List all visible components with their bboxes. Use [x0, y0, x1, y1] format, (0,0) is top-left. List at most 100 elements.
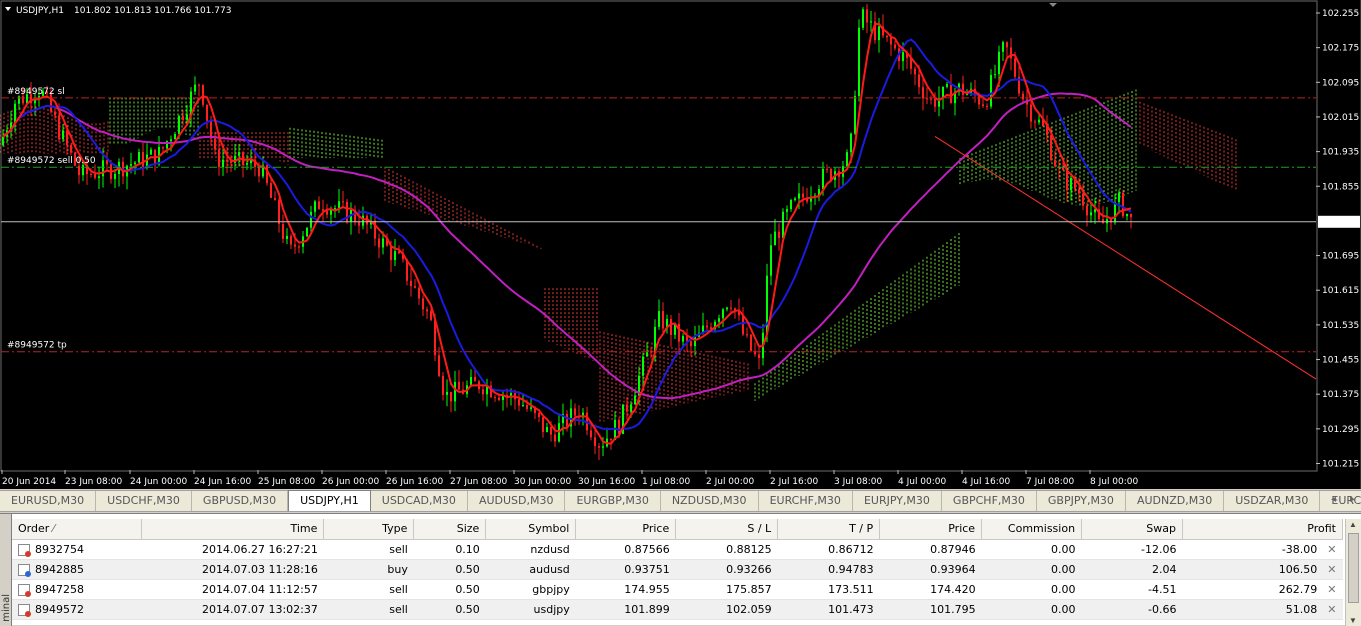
scroll-left-icon[interactable]: ◂	[1331, 494, 1336, 505]
cell-type: sell	[323, 539, 414, 560]
cell-profit: 262.79 ✕	[1182, 579, 1343, 600]
column-header-sl[interactable]: S / L	[675, 519, 779, 540]
price-tick-label: 102.095	[1322, 78, 1359, 88]
profit-value: 106.50	[1278, 562, 1318, 576]
candle-body	[426, 309, 428, 312]
candle-body	[742, 315, 744, 335]
profit-value: 51.08	[1285, 602, 1318, 616]
chart-tab[interactable]: AUDNZD,M30	[1126, 491, 1225, 511]
chart-tab[interactable]: GBPJPY,M30	[1037, 491, 1126, 511]
candle-body	[438, 355, 440, 376]
candle-body	[218, 149, 220, 168]
chart-tab[interactable]: AUDUSD,M30	[468, 491, 566, 511]
trade-table: Order ⁄ Time Type Size Symbol Price S / …	[12, 519, 1344, 620]
candle-body	[846, 152, 848, 167]
scrollbar-thumb[interactable]	[1348, 533, 1359, 603]
candle-body	[130, 164, 132, 166]
terminal-side-tab[interactable]: minal	[0, 514, 12, 626]
chart-tab[interactable]: GBPUSD,M30	[192, 491, 289, 511]
price-tick-label: 102.255	[1322, 9, 1359, 19]
trade-row[interactable]: 8949572 2014.07.07 13:02:37 sell 0.50 usdjpy…	[12, 599, 1343, 620]
candle-body	[1130, 213, 1132, 218]
scroll-down-icon[interactable]: ▼	[1349, 616, 1357, 625]
candle-body	[1086, 205, 1088, 216]
candle-body	[222, 159, 224, 168]
close-order-icon[interactable]: ✕	[1327, 583, 1336, 596]
chart-tab[interactable]: USDZAR,M30	[1224, 491, 1321, 511]
cell-open-price: 174.955	[575, 579, 676, 600]
chart-tab[interactable]: EURCHF,M30	[759, 491, 853, 511]
cell-swap: 2.04	[1081, 559, 1183, 580]
candle-body	[202, 85, 204, 105]
column-header-commission[interactable]: Commission	[981, 519, 1083, 540]
scroll-right-icon[interactable]: ▸	[1350, 494, 1355, 505]
candle-body	[58, 115, 60, 140]
column-header-time[interactable]: Time	[141, 519, 325, 540]
candle-body	[950, 84, 952, 104]
candle-body	[826, 168, 828, 170]
column-header-order[interactable]: Order ⁄	[12, 519, 143, 540]
candle-body	[662, 311, 664, 329]
candle-body	[1050, 135, 1052, 160]
candle-body	[258, 167, 260, 177]
candle-body	[1030, 104, 1032, 122]
time-tick-label: 27 Jun 08:00	[450, 477, 507, 487]
column-header-price[interactable]: Price	[575, 519, 677, 540]
candle-body	[574, 408, 576, 416]
candle-body	[930, 98, 932, 100]
cell-time: 2014.07.03 11:28:16	[141, 559, 324, 580]
cell-time: 2014.07.07 13:02:37	[141, 599, 324, 620]
candle-body	[134, 162, 136, 165]
candle-body	[522, 405, 524, 407]
candle-body	[326, 210, 328, 215]
time-tick-label: 2 Jul 16:00	[770, 477, 819, 487]
candle-body	[310, 211, 312, 228]
terminal-panel: minal Order ⁄ Time Type Size Symbol Pric…	[0, 513, 1361, 626]
trade-row[interactable]: 8932754 2014.06.27 16:27:21 sell 0.10 nzdusd…	[12, 539, 1343, 560]
cell-symbol: usdjpy	[485, 599, 576, 620]
cell-type: buy	[323, 559, 414, 580]
candle-body	[694, 336, 696, 347]
close-order-icon[interactable]: ✕	[1327, 603, 1336, 616]
candle-body	[214, 138, 216, 150]
chart-canvas[interactable]: #8949572 sl #8949572 sell 0.50 #8949572 tp…	[0, 0, 1360, 489]
chart-tab[interactable]: USDJPY,H1	[288, 490, 371, 511]
cell-take-profit: 0.94783	[777, 559, 880, 580]
trade-row[interactable]: 8947258 2014.07.04 11:12:57 sell 0.50 gbpjpy…	[12, 579, 1343, 600]
candle-body	[22, 96, 24, 104]
candle-body	[918, 74, 920, 88]
candle-body	[670, 319, 672, 335]
column-header-swap[interactable]: Swap	[1081, 519, 1183, 540]
column-header-tp[interactable]: T / P	[777, 519, 881, 540]
chart-tab[interactable]: GBPCHF,M30	[942, 491, 1037, 511]
chart-tab[interactable]: USDCHF,M30	[96, 491, 192, 511]
candle-body	[274, 197, 276, 201]
time-tick-label: 4 Jul 00:00	[898, 477, 947, 487]
column-header-symbol[interactable]: Symbol	[485, 519, 577, 540]
candle-body	[54, 111, 56, 116]
terminal-scrollbar[interactable]: ▲ ▼	[1345, 519, 1361, 626]
trade-row[interactable]: 8942885 2014.07.03 11:28:16 buy 0.50 audusd 0…	[12, 559, 1343, 580]
candle-body	[890, 37, 892, 45]
column-header-size[interactable]: Size	[413, 519, 487, 540]
close-order-icon[interactable]: ✕	[1327, 543, 1336, 556]
chart-tab[interactable]: EURUSD,M30	[0, 491, 97, 511]
chart-tab[interactable]: USDCAD,M30	[371, 491, 468, 511]
candle-body	[894, 44, 896, 49]
scroll-up-icon[interactable]: ▲	[1349, 520, 1357, 529]
cell-order: 8949572	[12, 599, 142, 620]
column-header-profit[interactable]: Profit	[1182, 519, 1344, 540]
price-chart[interactable]: #8949572 sl #8949572 sell 0.50 #8949572 tp…	[0, 0, 1361, 489]
candle-body	[1038, 119, 1040, 123]
chart-tab[interactable]: EURGBP,M30	[565, 491, 661, 511]
chart-tab[interactable]: NZDUSD,M30	[661, 491, 759, 511]
candle-body	[442, 375, 444, 395]
candle-body	[922, 87, 924, 99]
candle-body	[718, 318, 720, 322]
chart-tab[interactable]: EURJPY,M30	[853, 491, 942, 511]
buy-order-icon	[18, 563, 31, 577]
column-header-current-price[interactable]: Price	[879, 519, 983, 540]
close-order-icon[interactable]: ✕	[1327, 563, 1336, 576]
column-header-type[interactable]: Type	[323, 519, 415, 540]
price-tick-label: 102.015	[1322, 113, 1359, 123]
